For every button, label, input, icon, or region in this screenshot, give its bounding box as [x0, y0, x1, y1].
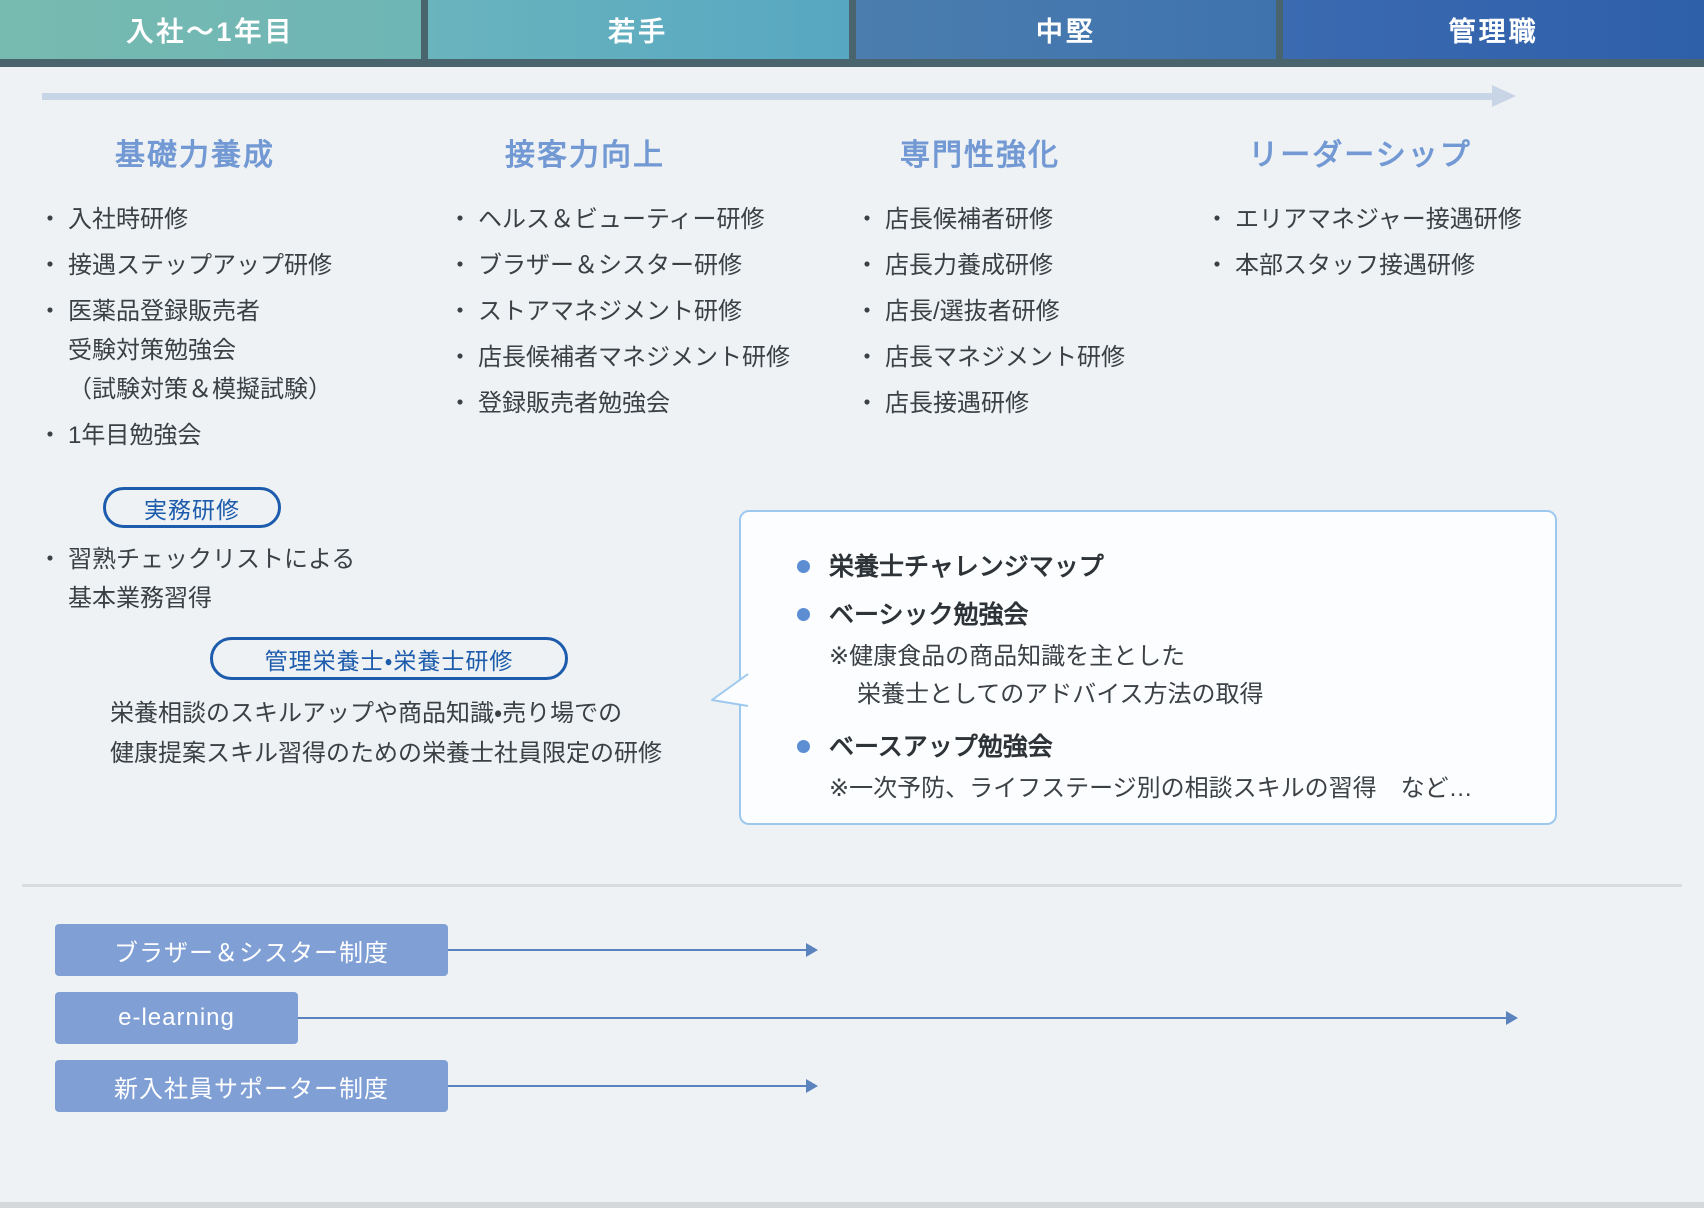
stage-first-year: 入社〜1年目	[0, 0, 421, 59]
training-list: 習熟チェックリストによる 基本業務習得	[20, 540, 440, 618]
list-item: 登録販売者勉強会	[448, 384, 740, 423]
stage-label: 中堅	[1036, 10, 1096, 49]
stage-junior: 若手	[428, 0, 849, 59]
callout-item: ベースアップ勉強会 ※一次予防、ライフステージ別の相談スキルの習得 など…	[797, 732, 1525, 808]
column-specialization: 専門性強化 店長候補者研修 店長力養成研修 店長/選抜者研修 店長マネジメント研…	[830, 130, 1130, 430]
bottom-border	[0, 1202, 1704, 1208]
callout-item-title: 栄養士チャレンジマップ	[829, 552, 1525, 582]
list-item: 店長候補者マネジメント研修	[448, 338, 740, 377]
training-list: 入社時研修 接遇ステップアップ研修 医薬品登録販売者 受験対策勉強会 （試験対策…	[20, 200, 370, 455]
column-heading: 接客力向上	[430, 130, 740, 174]
program-bar-new-employee-supporter: 新入社員サポーター制度	[55, 1060, 448, 1112]
column-heading: リーダーシップ	[1190, 130, 1530, 174]
callout-item-note: ※健康食品の商品知識を主とした 栄養士としてのアドバイス方法の取得	[829, 638, 1525, 714]
callout-item-note: ※一次予防、ライフステージ別の相談スキルの習得 など…	[829, 770, 1525, 808]
callout-item: 栄養士チャレンジマップ	[797, 552, 1525, 582]
list-item: 医薬品登録販売者 受験対策勉強会 （試験対策＆模擬試験）	[38, 292, 370, 409]
list-item: ブラザー＆シスター研修	[448, 246, 740, 285]
stage-label: 管理職	[1449, 10, 1539, 49]
list-item: 店長接遇研修	[855, 384, 1130, 423]
callout-item: ベーシック勉強会 ※健康食品の商品知識を主とした 栄養士としてのアドバイス方法の…	[797, 600, 1525, 714]
badge-label: 実務研修	[144, 491, 240, 525]
program-bar-elearning: e-learning	[55, 992, 298, 1044]
program-label: 新入社員サポーター制度	[114, 1069, 389, 1104]
training-roadmap-diagram: 入社〜1年目 若手 中堅 管理職 基礎力養成 入社時研修 接遇ステップアップ研修…	[0, 0, 1704, 1208]
dietitian-programs-callout: 栄養士チャレンジマップ ベーシック勉強会 ※健康食品の商品知識を主とした 栄養士…	[739, 510, 1557, 825]
list-item: 本部スタッフ接遇研修	[1205, 246, 1530, 285]
program-arrow-icon	[298, 1017, 1508, 1019]
list-item: 店長マネジメント研修	[855, 338, 1130, 377]
list-item: 店長力養成研修	[855, 246, 1130, 285]
column-leadership: リーダーシップ エリアマネジャー接遇研修 本部スタッフ接遇研修	[1190, 130, 1530, 292]
program-label: ブラザー＆シスター制度	[114, 933, 389, 968]
practical-training-section: 習熟チェックリストによる 基本業務習得	[20, 540, 440, 625]
dietitian-training-description: 栄養相談のスキルアップや商品知識・売り場での 健康提案スキル習得のための栄養士社…	[110, 694, 710, 774]
list-item: 店長候補者研修	[855, 200, 1130, 239]
column-foundation: 基礎力養成 入社時研修 接遇ステップアップ研修 医薬品登録販売者 受験対策勉強会…	[20, 130, 370, 462]
stage-label: 若手	[608, 10, 668, 49]
callout-item-title: ベーシック勉強会	[829, 600, 1525, 630]
list-item: 店長/選抜者研修	[855, 292, 1130, 331]
list-item: エリアマネジャー接遇研修	[1205, 200, 1530, 239]
stage-label: 入社〜1年目	[126, 10, 294, 49]
callout-item-title: ベースアップ勉強会	[829, 732, 1525, 762]
training-list: 店長候補者研修 店長力養成研修 店長/選抜者研修 店長マネジメント研修 店長接遇…	[830, 200, 1130, 423]
list-item: ストアマネジメント研修	[448, 292, 740, 331]
column-heading: 基礎力養成	[20, 130, 370, 174]
timeline-arrow-icon	[42, 93, 1494, 100]
program-label: e-learning	[118, 1004, 235, 1032]
training-list: エリアマネジャー接遇研修 本部スタッフ接遇研修	[1190, 200, 1530, 285]
list-item: 接遇ステップアップ研修	[38, 246, 370, 285]
column-heading: 専門性強化	[830, 130, 1130, 174]
program-arrow-icon	[448, 1085, 808, 1087]
stage-mid-level: 中堅	[856, 0, 1277, 59]
career-stage-header: 入社〜1年目 若手 中堅 管理職	[0, 0, 1704, 67]
stage-management: 管理職	[1283, 0, 1704, 59]
list-item: 1年目勉強会	[38, 416, 370, 455]
list-item: ヘルス＆ビューティー研修	[448, 200, 740, 239]
program-bar-brother-sister: ブラザー＆シスター制度	[55, 924, 448, 976]
section-divider	[22, 884, 1682, 887]
badge-label: 管理栄養士・栄養士研修	[265, 642, 514, 676]
list-item: 習熟チェックリストによる 基本業務習得	[38, 540, 440, 618]
training-list: ヘルス＆ビューティー研修 ブラザー＆シスター研修 ストアマネジメント研修 店長候…	[430, 200, 740, 423]
speech-bubble-tail-icon	[708, 672, 750, 712]
practical-training-badge: 実務研修	[103, 487, 281, 528]
list-item: 入社時研修	[38, 200, 370, 239]
dietitian-training-badge: 管理栄養士・栄養士研修	[210, 637, 568, 680]
program-arrow-icon	[448, 949, 808, 951]
column-customer-service: 接客力向上 ヘルス＆ビューティー研修 ブラザー＆シスター研修 ストアマネジメント…	[430, 130, 740, 430]
